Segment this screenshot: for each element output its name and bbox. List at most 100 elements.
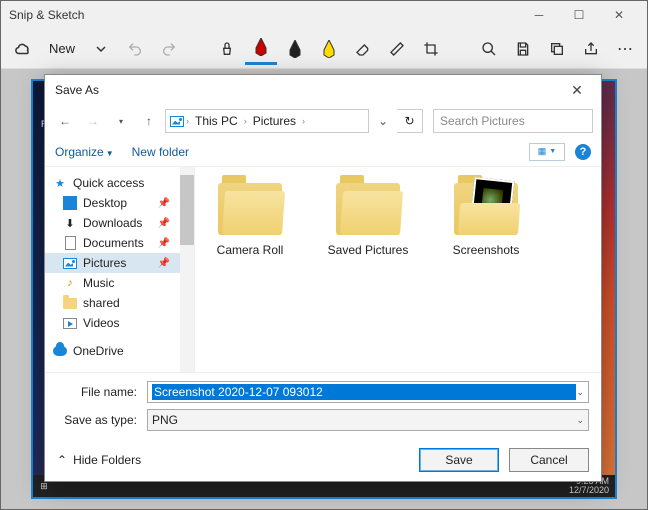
pictures-icon <box>63 256 77 270</box>
app-title: Snip & Sketch <box>9 8 519 22</box>
tree-videos[interactable]: Videos <box>45 313 194 333</box>
videos-icon <box>63 316 77 330</box>
folder-icon <box>454 183 518 235</box>
pictures-icon <box>170 114 184 128</box>
dialog-titlebar: Save As ✕ <box>45 75 601 105</box>
chevron-right-icon: › <box>302 116 305 126</box>
tree-pictures[interactable]: Pictures📌 <box>45 253 194 273</box>
refresh-button[interactable]: ↻ <box>397 109 423 133</box>
tree-shared[interactable]: shared <box>45 293 194 313</box>
folder-icon <box>63 296 77 310</box>
breadcrumb-dropdown[interactable]: ⌄ <box>373 114 393 128</box>
folder-icon <box>218 183 282 235</box>
file-fields: File name: Screenshot 2020-12-07 093012 … <box>45 372 601 439</box>
search-placeholder: Search Pictures <box>440 114 525 128</box>
tree-quick-access[interactable]: ★Quick access <box>45 173 194 193</box>
folder-icon <box>336 183 400 235</box>
cancel-button[interactable]: Cancel <box>509 448 589 472</box>
folder-content[interactable]: Camera Roll Saved Pictures Screenshots <box>195 167 601 372</box>
tree-scrollbar[interactable] <box>180 167 194 372</box>
breadcrumb[interactable]: › This PC › Pictures › <box>165 109 369 133</box>
savetype-label: Save as type: <box>57 413 147 427</box>
folder-screenshots[interactable]: Screenshots <box>441 183 531 257</box>
chevron-down-icon[interactable]: ⌄ <box>576 415 584 426</box>
zoom-button[interactable] <box>473 33 505 65</box>
filename-label: File name: <box>57 385 147 399</box>
nav-up-button[interactable]: ↑ <box>137 109 161 133</box>
redo-button[interactable] <box>153 33 185 65</box>
command-row: Organize▼ New folder ▦ ▼ ? <box>45 137 601 167</box>
nav-tree: ★Quick access Desktop📌 ⬇Downloads📌 Docum… <box>45 167 195 372</box>
folder-label: Camera Roll <box>205 243 295 257</box>
tree-onedrive[interactable]: OneDrive <box>45 341 194 361</box>
chevron-up-icon: ⌃ <box>57 453 67 467</box>
downloads-icon: ⬇ <box>63 216 77 230</box>
tree-desktop[interactable]: Desktop📌 <box>45 193 194 213</box>
copy-button[interactable] <box>541 33 573 65</box>
undo-button[interactable] <box>119 33 151 65</box>
chevron-right-icon: › <box>186 116 189 126</box>
dialog-body: ★Quick access Desktop📌 ⬇Downloads📌 Docum… <box>45 167 601 372</box>
dialog-title: Save As <box>55 83 563 97</box>
pin-icon: 📌 <box>158 238 170 249</box>
pin-icon: 📌 <box>158 218 170 229</box>
highlighter-button[interactable] <box>313 33 345 65</box>
tree-downloads[interactable]: ⬇Downloads📌 <box>45 213 194 233</box>
tree-music[interactable]: Music <box>45 273 194 293</box>
chevron-down-icon[interactable]: ⌄ <box>576 387 584 398</box>
search-input[interactable]: Search Pictures <box>433 109 593 133</box>
music-icon <box>63 276 77 290</box>
nav-back-button[interactable]: ← <box>53 109 77 133</box>
maximize-button[interactable]: ☐ <box>559 1 599 29</box>
dialog-close-button[interactable]: ✕ <box>563 82 591 99</box>
dialog-footer: ⌃ Hide Folders Save Cancel <box>45 439 601 481</box>
close-button[interactable]: ✕ <box>599 1 639 29</box>
organize-button[interactable]: Organize▼ <box>55 145 114 159</box>
filename-input[interactable]: Screenshot 2020-12-07 093012 ⌄ <box>147 381 589 403</box>
touch-writing-button[interactable] <box>211 33 243 65</box>
new-label: New <box>49 41 75 56</box>
titlebar: Snip & Sketch ─ ☐ ✕ <box>1 1 647 29</box>
nav-forward-button[interactable]: → <box>81 109 105 133</box>
hide-folders-label: Hide Folders <box>73 453 141 467</box>
view-options-button[interactable]: ▦ ▼ <box>529 143 565 161</box>
cloud-icon[interactable] <box>7 33 39 65</box>
new-dropdown[interactable] <box>85 33 117 65</box>
savetype-value: PNG <box>152 413 576 427</box>
desktop-icon <box>63 196 77 210</box>
onedrive-icon <box>53 344 67 358</box>
more-button[interactable]: ⋯ <box>609 33 641 65</box>
crop-button[interactable] <box>415 33 447 65</box>
new-button[interactable]: New <box>41 37 83 60</box>
nav-recent-dropdown[interactable]: ▾ <box>109 109 133 133</box>
help-button[interactable]: ? <box>575 144 591 160</box>
hide-folders-button[interactable]: ⌃ Hide Folders <box>57 453 141 467</box>
tray-date: 12/7/2020 <box>569 486 609 495</box>
eraser-button[interactable] <box>347 33 379 65</box>
pin-icon: 📌 <box>158 198 170 209</box>
star-icon: ★ <box>53 176 67 190</box>
folder-saved-pictures[interactable]: Saved Pictures <box>323 183 413 257</box>
breadcrumb-pictures[interactable]: Pictures <box>249 114 300 128</box>
minimize-button[interactable]: ─ <box>519 1 559 29</box>
chevron-right-icon: › <box>244 116 247 126</box>
filename-value: Screenshot 2020-12-07 093012 <box>152 384 576 400</box>
pin-icon: 📌 <box>158 258 170 269</box>
pencil-button[interactable] <box>279 33 311 65</box>
save-confirm-button[interactable]: Save <box>419 448 499 472</box>
savetype-select[interactable]: PNG ⌄ <box>147 409 589 431</box>
save-as-dialog: Save As ✕ ← → ▾ ↑ › This PC › Pictures ›… <box>44 74 602 482</box>
ruler-button[interactable] <box>381 33 413 65</box>
folder-camera-roll[interactable]: Camera Roll <box>205 183 295 257</box>
breadcrumb-thispc[interactable]: This PC <box>191 114 242 128</box>
app-toolbar: New ⋯ <box>1 29 647 69</box>
nav-row: ← → ▾ ↑ › This PC › Pictures › ⌄ ↻ Searc… <box>45 105 601 137</box>
documents-icon <box>63 236 77 250</box>
folder-label: Saved Pictures <box>323 243 413 257</box>
new-folder-button[interactable]: New folder <box>132 145 189 159</box>
save-button[interactable] <box>507 33 539 65</box>
tree-documents[interactable]: Documents📌 <box>45 233 194 253</box>
folder-label: Screenshots <box>441 243 531 257</box>
share-button[interactable] <box>575 33 607 65</box>
ballpoint-pen-button[interactable] <box>245 33 277 65</box>
